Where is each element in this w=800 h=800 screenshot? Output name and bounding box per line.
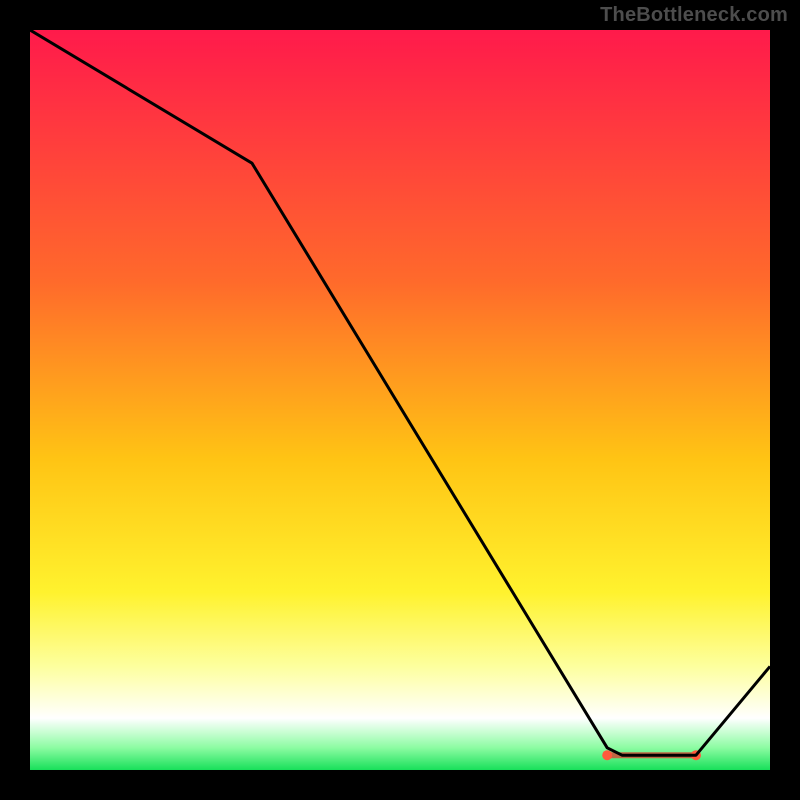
chart-plot-area bbox=[30, 30, 770, 770]
highlight-dot bbox=[602, 750, 612, 760]
watermark-text: TheBottleneck.com bbox=[600, 4, 788, 27]
chart-frame: TheBottleneck.com bbox=[0, 0, 800, 800]
chart-svg bbox=[30, 30, 770, 770]
chart-background bbox=[30, 30, 770, 770]
